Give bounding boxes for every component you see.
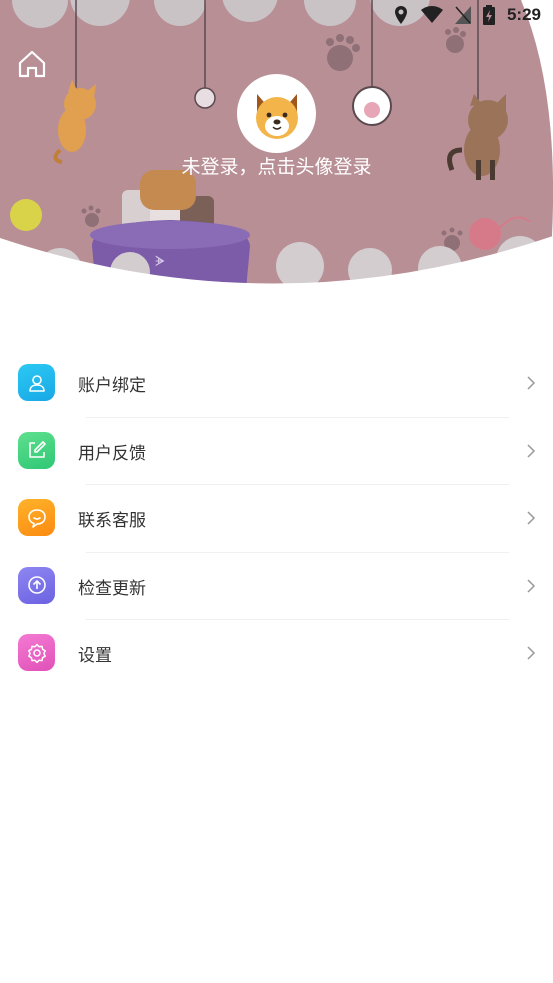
location-icon [394,6,407,24]
chevron-right-icon [527,511,536,525]
svg-text:ᗘ: ᗘ [155,254,165,270]
status-bar: 5:29 [0,0,553,30]
upload-icon [18,566,55,604]
home-button[interactable] [17,49,47,79]
login-hint[interactable]: 未登录，点击头像登录 [0,152,553,179]
user-icon [18,364,55,401]
menu-item-feedback[interactable]: 用户反馈 [0,418,553,485]
menu-item-settings[interactable]: 设置 [0,620,553,688]
wifi-icon [420,6,443,23]
chevron-right-icon [527,578,536,593]
chevron-right-icon [527,376,536,390]
menu-item-label: 联系客服 [78,511,146,530]
menu-item-label: 账户绑定 [78,376,146,395]
menu-item-check-update[interactable]: 检查更新 [0,553,553,620]
home-icon [18,50,46,78]
dog-avatar-icon [255,93,298,139]
gear-icon [18,634,55,671]
chevron-right-icon [527,646,536,660]
chat-icon [18,499,55,536]
menu-item-account-binding[interactable]: 账户绑定 [0,350,553,418]
edit-icon [18,431,55,469]
menu-item-label: 设置 [78,646,112,665]
menu-item-label: 用户反馈 [78,443,146,463]
chevron-right-icon [527,443,536,458]
battery-charging-icon [482,5,495,25]
status-time: 5:29 [506,5,541,24]
no-signal-icon [454,6,471,24]
menu-item-customer-service[interactable]: 联系客服 [0,485,553,553]
profile-header: ᗘ 5:29 未登录，点击头像登录 [0,0,553,300]
menu-item-label: 检查更新 [78,578,146,598]
avatar[interactable] [237,74,316,153]
settings-menu: 账户绑定 用户反馈 联系客服 检查更新 设置 [0,350,553,688]
